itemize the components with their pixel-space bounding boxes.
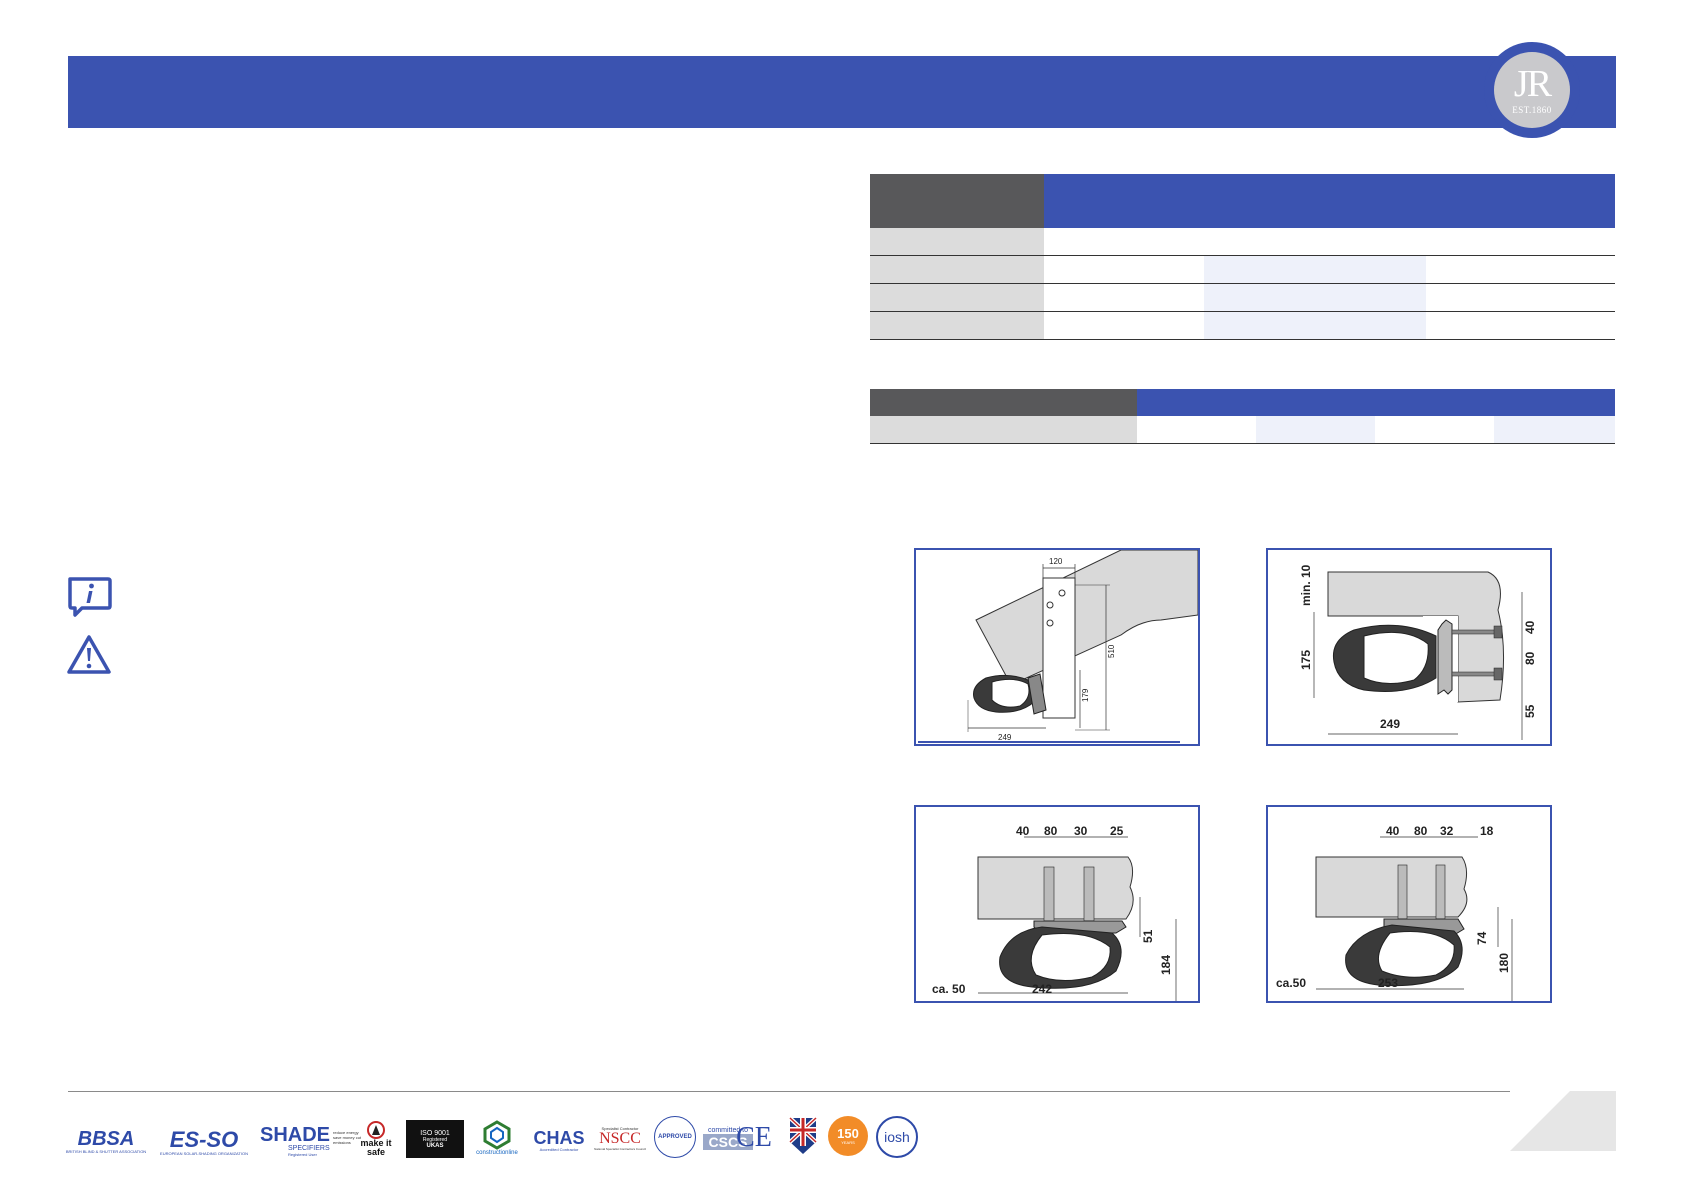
dim-80: 80 <box>1523 651 1537 665</box>
dim-80: 80 <box>1044 824 1058 838</box>
logo-monogram: JR <box>1513 63 1552 105</box>
union-flag-badge-icon <box>786 1114 820 1158</box>
dim-ca-50: ca.50 <box>1276 976 1306 990</box>
shade-specifiers-logo: SHADE reduce energy save money cut emiss… <box>260 1124 362 1157</box>
page-corner-cut <box>1510 1091 1570 1151</box>
constructionline-logo: constructionline <box>470 1116 524 1160</box>
dim-40: 40 <box>1386 824 1400 838</box>
bbsa-logo: BBSA BRITISH BLIND & SHUTTER ASSOCIATION <box>65 1127 147 1154</box>
table-value-cell <box>1044 283 1204 312</box>
spec-table-1 <box>870 174 1615 340</box>
dim-253: 253 <box>1378 976 1398 990</box>
table-label-cell <box>870 416 1137 444</box>
dim-40: 40 <box>1523 620 1537 634</box>
dim-55: 55 <box>1523 704 1537 718</box>
footer-rule <box>68 1091 1616 1092</box>
dim-32: 32 <box>1440 824 1454 838</box>
dim-120: 120 <box>1049 557 1063 566</box>
table-label-cell <box>870 255 1044 284</box>
table-header-row <box>870 389 1615 416</box>
dim-249: 249 <box>1380 717 1400 731</box>
table-label-cell <box>870 311 1044 340</box>
dim-40: 40 <box>1016 824 1030 838</box>
table-header-value-cell <box>1137 389 1615 416</box>
table-label-cell <box>870 228 1044 256</box>
mounting-diagram-ceiling-a: 40 80 30 25 51 184 ca. 50 242 <box>914 805 1200 1003</box>
table-header-label-cell <box>870 389 1137 416</box>
table-label-cell <box>870 283 1044 312</box>
chas-logo: CHAS Accredited Contractor <box>533 1127 585 1152</box>
table-value-cell <box>1044 311 1204 340</box>
dim-25: 25 <box>1110 824 1124 838</box>
make-it-safe-logo: make it safe <box>354 1118 398 1160</box>
table-value-cell <box>1044 255 1204 284</box>
table-value-cell <box>1256 416 1375 444</box>
diagram-underline <box>918 741 1180 743</box>
mounting-diagram-ceiling-b: 40 80 32 18 74 180 ca.50 253 <box>1266 805 1552 1003</box>
table-header-row <box>870 174 1615 228</box>
anniversary-150-badge: 150 YEARS <box>828 1116 868 1156</box>
mounting-diagram-wall: min. 10 175 40 80 55 249 <box>1266 548 1552 746</box>
dim-min-10: min. 10 <box>1299 564 1313 606</box>
table-header-value-cell <box>1044 174 1615 228</box>
table-value-cell <box>1137 416 1256 444</box>
warning-icon <box>66 633 112 679</box>
dim-184: 184 <box>1159 955 1173 975</box>
dim-179: 179 <box>1081 688 1090 702</box>
spec-table-2 <box>870 389 1615 444</box>
approved-seal-logo: APPROVED <box>654 1116 696 1158</box>
table-value-cell <box>1044 228 1615 256</box>
dim-175: 175 <box>1299 650 1313 670</box>
dim-510: 510 <box>1107 644 1116 658</box>
table-row <box>870 416 1615 444</box>
table-value-cell <box>1375 416 1494 444</box>
table-header-label-cell <box>870 174 1044 228</box>
table-value-cell <box>1426 255 1615 284</box>
iso-9001-logo: ISO 9001 Registered UKAS <box>406 1120 464 1158</box>
table-value-cell <box>1204 311 1426 340</box>
accreditation-logos: BBSA BRITISH BLIND & SHUTTER ASSOCIATION… <box>66 1112 946 1160</box>
dim-74: 74 <box>1475 931 1489 945</box>
table-row <box>870 255 1615 284</box>
table-value-cell <box>1494 416 1615 444</box>
dim-51: 51 <box>1141 929 1155 943</box>
ce-mark-logo: CE <box>736 1122 772 1153</box>
table-row <box>870 283 1615 312</box>
iosh-logo: iosh <box>876 1116 918 1158</box>
table-row <box>870 311 1615 340</box>
dim-242: 242 <box>1032 982 1052 996</box>
table-value-cell <box>1426 283 1615 312</box>
dim-ca-50: ca. 50 <box>932 982 966 996</box>
dim-180: 180 <box>1497 953 1511 973</box>
company-logo: JR EST.1860 <box>1484 42 1580 138</box>
info-icon <box>66 574 112 620</box>
mounting-diagram-angled: 120 510 179 249 <box>914 548 1200 746</box>
dim-80: 80 <box>1414 824 1428 838</box>
es-so-logo: ES-SO EUROPEAN SOLAR-SHADING ORGANIZATIO… <box>160 1126 248 1156</box>
table-row <box>870 228 1615 256</box>
dim-18: 18 <box>1480 824 1494 838</box>
header-bar <box>68 56 1616 128</box>
table-value-cell <box>1204 283 1426 312</box>
dim-30: 30 <box>1074 824 1088 838</box>
logo-established: EST.1860 <box>1512 105 1552 115</box>
nscc-logo: Specialist Contractor NSCC National Spec… <box>594 1125 646 1151</box>
table-value-cell <box>1426 311 1615 340</box>
table-value-cell <box>1204 255 1426 284</box>
